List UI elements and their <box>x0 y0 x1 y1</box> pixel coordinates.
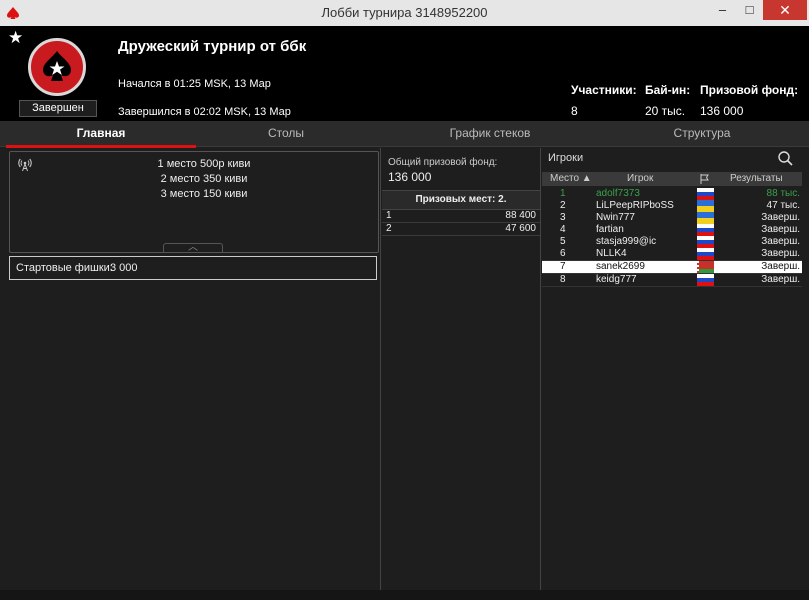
tab-structure[interactable]: Структура <box>602 121 802 146</box>
starting-chips-label: Стартовые фишки: <box>16 262 113 274</box>
search-icon[interactable] <box>777 150 793 166</box>
player-name: keidg777 <box>596 274 637 285</box>
start-time: Начался в 01:25 MSK, 13 Мар <box>118 78 271 90</box>
spade-star-icon <box>43 51 71 81</box>
window-titlebar: Лобби турнира 3148952200 – □ ✕ <box>0 0 809 26</box>
flag-ua-icon <box>697 200 714 212</box>
flag-ua-icon <box>697 212 714 224</box>
total-prizepool-value: 136 000 <box>388 170 432 184</box>
player-name: adolf7373 <box>596 188 640 199</box>
prize-description-line: 3 место 150 киви <box>160 188 248 200</box>
total-prizepool-label: Общий призовой фонд: <box>388 157 498 168</box>
player-result: Заверш. <box>761 248 800 259</box>
player-result: Заверш. <box>761 236 800 247</box>
end-time: Завершился в 02:02 MSK, 13 Мар <box>118 106 291 118</box>
flag-ru-icon <box>697 224 714 236</box>
minimize-button[interactable]: – <box>709 0 736 20</box>
payout-row: 1 88 400 <box>382 210 540 223</box>
pokerstars-logo <box>28 38 86 96</box>
column-results[interactable]: Результаты <box>730 173 783 184</box>
player-name: NLLK4 <box>596 248 627 259</box>
buyin-value: 20 тыс. <box>645 104 686 118</box>
payout-place: 2 <box>386 223 392 234</box>
table-row[interactable]: 6 NLLK4 Заверш. <box>542 248 802 261</box>
player-name: stasja999@ic <box>596 236 657 247</box>
collapse-toggle[interactable]: ︿ <box>163 242 223 253</box>
player-result: 47 тыс. <box>766 200 800 211</box>
player-place: 6 <box>560 248 566 259</box>
prize-description-line: 2 место 350 киви <box>160 173 248 185</box>
player-place: 4 <box>560 224 566 235</box>
favorite-star-icon[interactable]: ★ <box>8 28 23 48</box>
tournament-name: Дружеский турнир от ббк <box>118 38 307 55</box>
players-search-label: Игроки <box>548 152 584 164</box>
player-result: Заверш. <box>761 212 800 223</box>
player-name: LiLPeepRIPboSS <box>596 200 674 211</box>
player-name: Nwin777 <box>596 212 635 223</box>
maximize-button[interactable]: □ <box>736 0 763 20</box>
table-row-selected[interactable]: 7 sanek2699 Заверш. <box>542 261 802 274</box>
prizepool-label: Призовой фонд: <box>700 83 799 97</box>
player-place: 5 <box>560 236 566 247</box>
window-title: Лобби турнира 3148952200 <box>321 5 488 20</box>
player-name: fartian <box>596 224 624 235</box>
column-player[interactable]: Игрок <box>627 173 653 184</box>
player-result: Заверш. <box>761 274 800 285</box>
player-result: Заверш. <box>761 261 800 272</box>
players-count-value: 8 <box>571 104 578 118</box>
panel-divider <box>380 148 381 590</box>
players-table-header: Место ▲ Игрок Результаты <box>542 172 802 186</box>
starting-chips-box: Стартовые фишки: 3 000 <box>9 256 377 280</box>
flag-ru-icon <box>697 188 714 200</box>
payout-row: 2 47 600 <box>382 223 540 236</box>
players-count-label: Участники: <box>571 83 637 97</box>
player-place: 1 <box>560 188 566 199</box>
starting-chips-value: 3 000 <box>110 262 138 274</box>
player-result: 88 тыс. <box>766 188 800 199</box>
tab-stack-chart[interactable]: График стеков <box>390 121 590 146</box>
prizepool-value: 136 000 <box>700 104 744 118</box>
player-place: 7 <box>560 261 566 272</box>
flag-ru-icon <box>697 236 714 248</box>
tab-main[interactable]: Главная <box>6 121 196 148</box>
prize-description-line: 1 место 500р киви <box>157 158 251 170</box>
window-bottom-bar <box>0 590 809 600</box>
payout-place: 1 <box>386 210 392 221</box>
status-badge: Завершен <box>19 100 97 117</box>
buyin-label: Бай-ин: <box>645 83 691 97</box>
panel-divider <box>540 148 541 590</box>
paid-places-header: Призовых мест: 2. <box>382 190 540 210</box>
lobby-tabs: Главная Столы График стеков Структура <box>0 121 809 148</box>
payout-amount: 88 400 <box>505 210 536 221</box>
flag-ru-icon <box>697 248 714 260</box>
payout-amount: 47 600 <box>505 223 536 234</box>
player-place: 8 <box>560 274 566 285</box>
tab-tables[interactable]: Столы <box>196 121 376 146</box>
flag-column-icon[interactable] <box>700 174 710 184</box>
column-place[interactable]: Место ▲ <box>550 173 592 184</box>
table-row[interactable]: 8 keidg777 Заверш. <box>542 274 802 287</box>
flag-by-icon <box>697 261 714 273</box>
player-place: 2 <box>560 200 566 211</box>
close-button[interactable]: ✕ <box>763 0 807 20</box>
player-name: sanek2699 <box>596 261 645 272</box>
player-result: Заверш. <box>761 224 800 235</box>
player-place: 3 <box>560 212 566 223</box>
chevron-up-icon: ︿ <box>188 242 198 253</box>
flag-ru-icon <box>697 274 714 286</box>
